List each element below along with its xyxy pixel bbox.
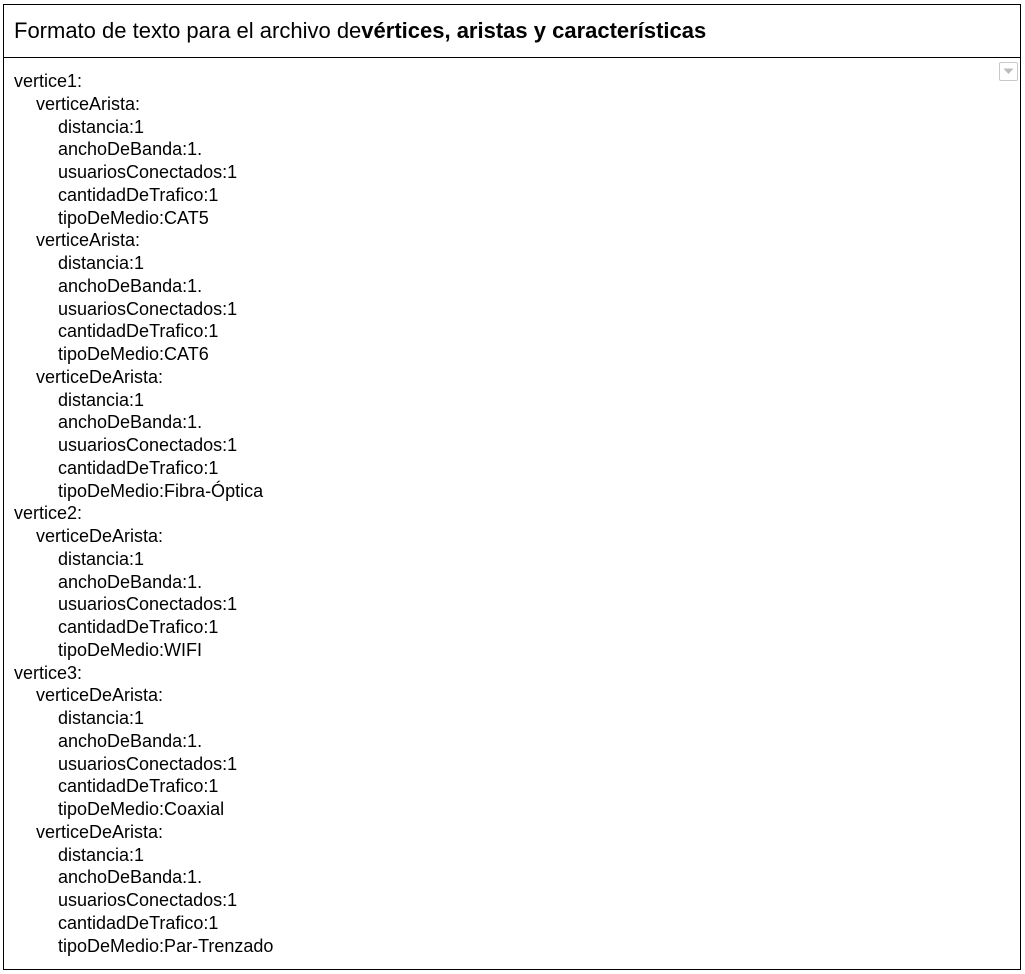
property-line: anchoDeBanda:1. xyxy=(58,412,203,433)
property-line: tipoDeMedio:Coaxial xyxy=(58,799,225,819)
property-line: distancia:1 xyxy=(58,116,145,137)
chevron-down-icon xyxy=(1003,68,1014,74)
property-line: anchoDeBanda:1. xyxy=(58,867,203,888)
property-line: usuariosConectados:1 xyxy=(58,298,238,319)
property-line: cantidadDeTrafico:1 xyxy=(58,457,219,478)
property-line: anchoDeBanda:1. xyxy=(58,730,203,751)
property-line: distancia:1 xyxy=(58,708,145,728)
title-bold: vértices, aristas y características xyxy=(361,18,707,43)
property-line: cantidadDeTrafico:1 xyxy=(58,184,219,205)
format-lines: vertice1: verticeArista: distancia:1 anchoD… xyxy=(4,70,1020,957)
edge-line: verticeArista: xyxy=(36,93,141,114)
property-line: cantidadDeTrafico:1 xyxy=(58,321,219,342)
edge-line: verticeDeArista: xyxy=(36,685,164,706)
property-line: distancia:1 xyxy=(58,389,145,410)
property-line: tipoDeMedio:CAT6 xyxy=(58,344,209,364)
edge-line: verticeDeArista: xyxy=(36,821,164,842)
vertex-line: vertice2: xyxy=(14,503,83,524)
format-panel: Formato de texto para el archivo de vért… xyxy=(3,4,1021,970)
property-line: anchoDeBanda:1. xyxy=(58,139,203,160)
text-format-body: vertice1: verticeArista: distancia:1 anchoD… xyxy=(4,58,1020,957)
edge-line: verticeDeArista: xyxy=(36,366,164,387)
property-line: anchoDeBanda:1. xyxy=(58,275,203,296)
property-line: distancia:1 xyxy=(58,548,145,569)
property-line: distancia:1 xyxy=(58,844,145,865)
property-line: anchoDeBanda:1. xyxy=(58,571,203,592)
property-line: tipoDeMedio:Fibra-Óptica xyxy=(58,480,264,501)
property-line: usuariosConectados:1 xyxy=(58,162,238,182)
edge-line: verticeArista: xyxy=(36,230,141,251)
property-line: tipoDeMedio:CAT5 xyxy=(58,207,209,228)
property-line: tipoDeMedio:Par-Trenzado xyxy=(58,935,274,956)
property-line: usuariosConectados:1 xyxy=(58,890,238,910)
vertex-line: vertice1: xyxy=(14,71,83,91)
property-line: distancia:1 xyxy=(58,253,145,273)
panel-title: Formato de texto para el archivo de vért… xyxy=(4,5,1020,58)
property-line: usuariosConectados:1 xyxy=(58,753,238,774)
collapse-toggle-button[interactable] xyxy=(999,62,1018,81)
property-line: usuariosConectados:1 xyxy=(58,435,238,455)
vertex-line: vertice3: xyxy=(14,662,83,683)
property-line: tipoDeMedio:WIFI xyxy=(58,639,203,660)
property-line: usuariosConectados:1 xyxy=(58,594,238,615)
property-line: cantidadDeTrafico:1 xyxy=(58,617,219,637)
property-line: cantidadDeTrafico:1 xyxy=(58,912,219,933)
property-line: cantidadDeTrafico:1 xyxy=(58,776,219,797)
edge-line: verticeDeArista: xyxy=(36,526,164,546)
title-prefix: Formato de texto para el archivo de xyxy=(14,18,362,43)
